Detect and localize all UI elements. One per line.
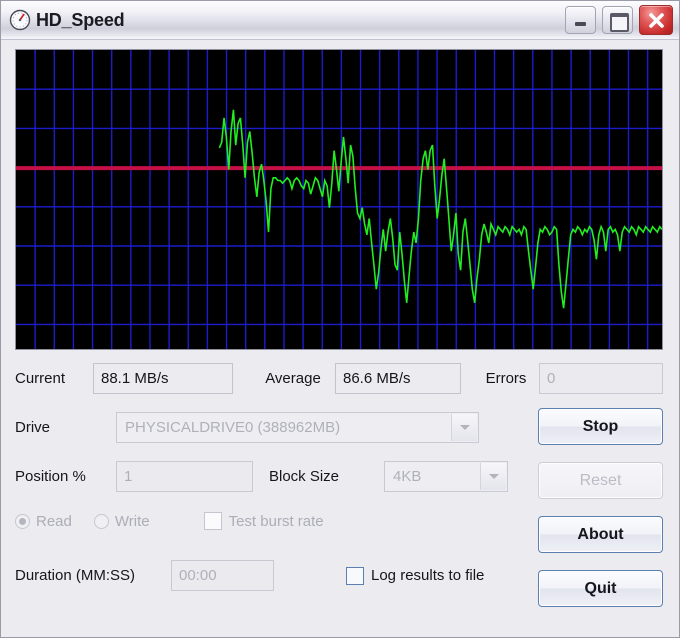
gauge-icon bbox=[9, 9, 31, 31]
window-title: HD_Speed bbox=[36, 9, 125, 30]
block-size-label: Block Size bbox=[269, 468, 340, 485]
action-buttons: Stop Reset About Quit bbox=[538, 408, 663, 607]
close-icon[interactable] bbox=[639, 5, 673, 35]
average-value: 86.6 MB/s bbox=[335, 363, 461, 394]
window-controls bbox=[565, 5, 673, 35]
titlebar[interactable]: HD_Speed bbox=[1, 1, 679, 40]
current-label: Current bbox=[15, 370, 66, 387]
minimize-icon[interactable] bbox=[565, 6, 596, 34]
graph-background bbox=[16, 50, 662, 349]
stop-button[interactable]: Stop bbox=[538, 408, 663, 445]
drive-label: Drive bbox=[15, 419, 51, 436]
block-size-select[interactable]: 4KB bbox=[384, 461, 508, 492]
mode-row: Read Write Test burst rate bbox=[15, 512, 324, 530]
errors-label: Errors bbox=[485, 370, 527, 387]
read-radio[interactable] bbox=[15, 513, 30, 529]
reset-button: Reset bbox=[538, 462, 663, 499]
current-value: 88.1 MB/s bbox=[93, 363, 233, 394]
drive-select-value: PHYSICALDRIVE0 (388962MB) bbox=[125, 419, 341, 436]
position-label: Position % bbox=[15, 468, 86, 485]
speed-graph bbox=[15, 49, 663, 350]
position-blocksize-row: Position % 1 Block Size 4KB bbox=[15, 461, 508, 492]
chevron-down-icon[interactable] bbox=[480, 463, 506, 490]
test-burst-rate-label: Test burst rate bbox=[228, 512, 324, 530]
about-button[interactable]: About bbox=[538, 516, 663, 553]
block-size-select-value: 4KB bbox=[393, 468, 422, 485]
duration-label: Duration (MM:SS) bbox=[15, 567, 136, 584]
duration-row: Duration (MM:SS) 00:00 Log results to fi… bbox=[15, 560, 484, 591]
drive-row: Drive PHYSICALDRIVE0 (388962MB) bbox=[15, 412, 479, 443]
stats-row: Current 88.1 MB/s Average 86.6 MB/s Erro… bbox=[15, 363, 663, 394]
hd-speed-window: HD_Speed Current 88.1 MB/s Average 86.6 bbox=[0, 0, 680, 638]
drive-select[interactable]: PHYSICALDRIVE0 (388962MB) bbox=[116, 412, 479, 443]
duration-input[interactable]: 00:00 bbox=[171, 560, 274, 591]
errors-value: 0 bbox=[539, 363, 663, 394]
position-input[interactable]: 1 bbox=[116, 461, 253, 492]
maximize-icon[interactable] bbox=[602, 6, 633, 34]
read-label: Read bbox=[36, 512, 72, 530]
speed-graph-canvas bbox=[16, 50, 662, 349]
chevron-down-icon[interactable] bbox=[451, 414, 477, 441]
test-burst-rate-checkbox[interactable] bbox=[203, 512, 222, 530]
log-results-label: Log results to file bbox=[371, 567, 485, 584]
quit-button[interactable]: Quit bbox=[538, 570, 663, 607]
write-radio[interactable] bbox=[93, 513, 109, 529]
controls-area: Current 88.1 MB/s Average 86.6 MB/s Erro… bbox=[1, 350, 679, 637]
average-label: Average bbox=[265, 370, 321, 387]
log-results-checkbox[interactable] bbox=[346, 566, 364, 585]
write-label: Write bbox=[114, 512, 150, 530]
